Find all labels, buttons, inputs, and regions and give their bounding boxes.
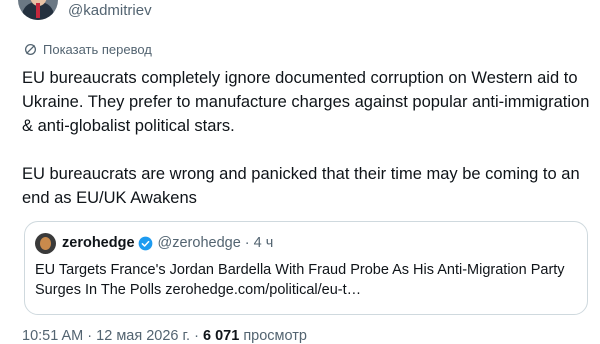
tweet-paragraph-2: EU bureaucrats are wrong and panicked th…	[22, 165, 580, 207]
view-count-label: просмотр	[243, 328, 307, 344]
tweet-text: EU bureaucrats completely ignore documen…	[22, 66, 592, 210]
tweet-date[interactable]: 12 мая 2026 г.	[96, 328, 190, 344]
translate-link-label: Показать перевод	[43, 41, 152, 57]
quoted-tweet-header: zerohedge @zerohedge · 4 ч	[35, 232, 273, 254]
meta-separator: ·	[244, 235, 250, 251]
footer-separator: ·	[87, 328, 93, 344]
author-handle[interactable]: @kadmitriev	[68, 2, 152, 20]
verified-badge-icon	[138, 236, 152, 250]
translate-link[interactable]: Показать перевод	[24, 40, 152, 58]
quoted-author-handle[interactable]: @zerohedge	[158, 235, 241, 251]
quoted-tweet-time[interactable]: 4 ч	[254, 235, 274, 251]
author-avatar[interactable]	[18, 0, 58, 20]
quoted-tweet-text: EU Targets France's Jordan Bardella With…	[35, 262, 565, 298]
tweet-paragraph-1: EU bureaucrats completely ignore documen…	[22, 69, 590, 135]
quoted-author-name[interactable]: zerohedge	[62, 235, 135, 251]
footer-separator-2: ·	[194, 328, 199, 344]
quoted-author-avatar[interactable]	[35, 232, 56, 254]
view-count: 6 071	[202, 328, 240, 344]
quoted-tweet[interactable]: zerohedge @zerohedge · 4 ч EU Targets Fr…	[24, 221, 588, 315]
tweet-footer: 10:51 AM · 12 мая 2026 г. · 6 071 просмо…	[22, 328, 307, 344]
tweet-time[interactable]: 10:51 AM	[22, 328, 83, 344]
globe-icon	[24, 43, 37, 55]
